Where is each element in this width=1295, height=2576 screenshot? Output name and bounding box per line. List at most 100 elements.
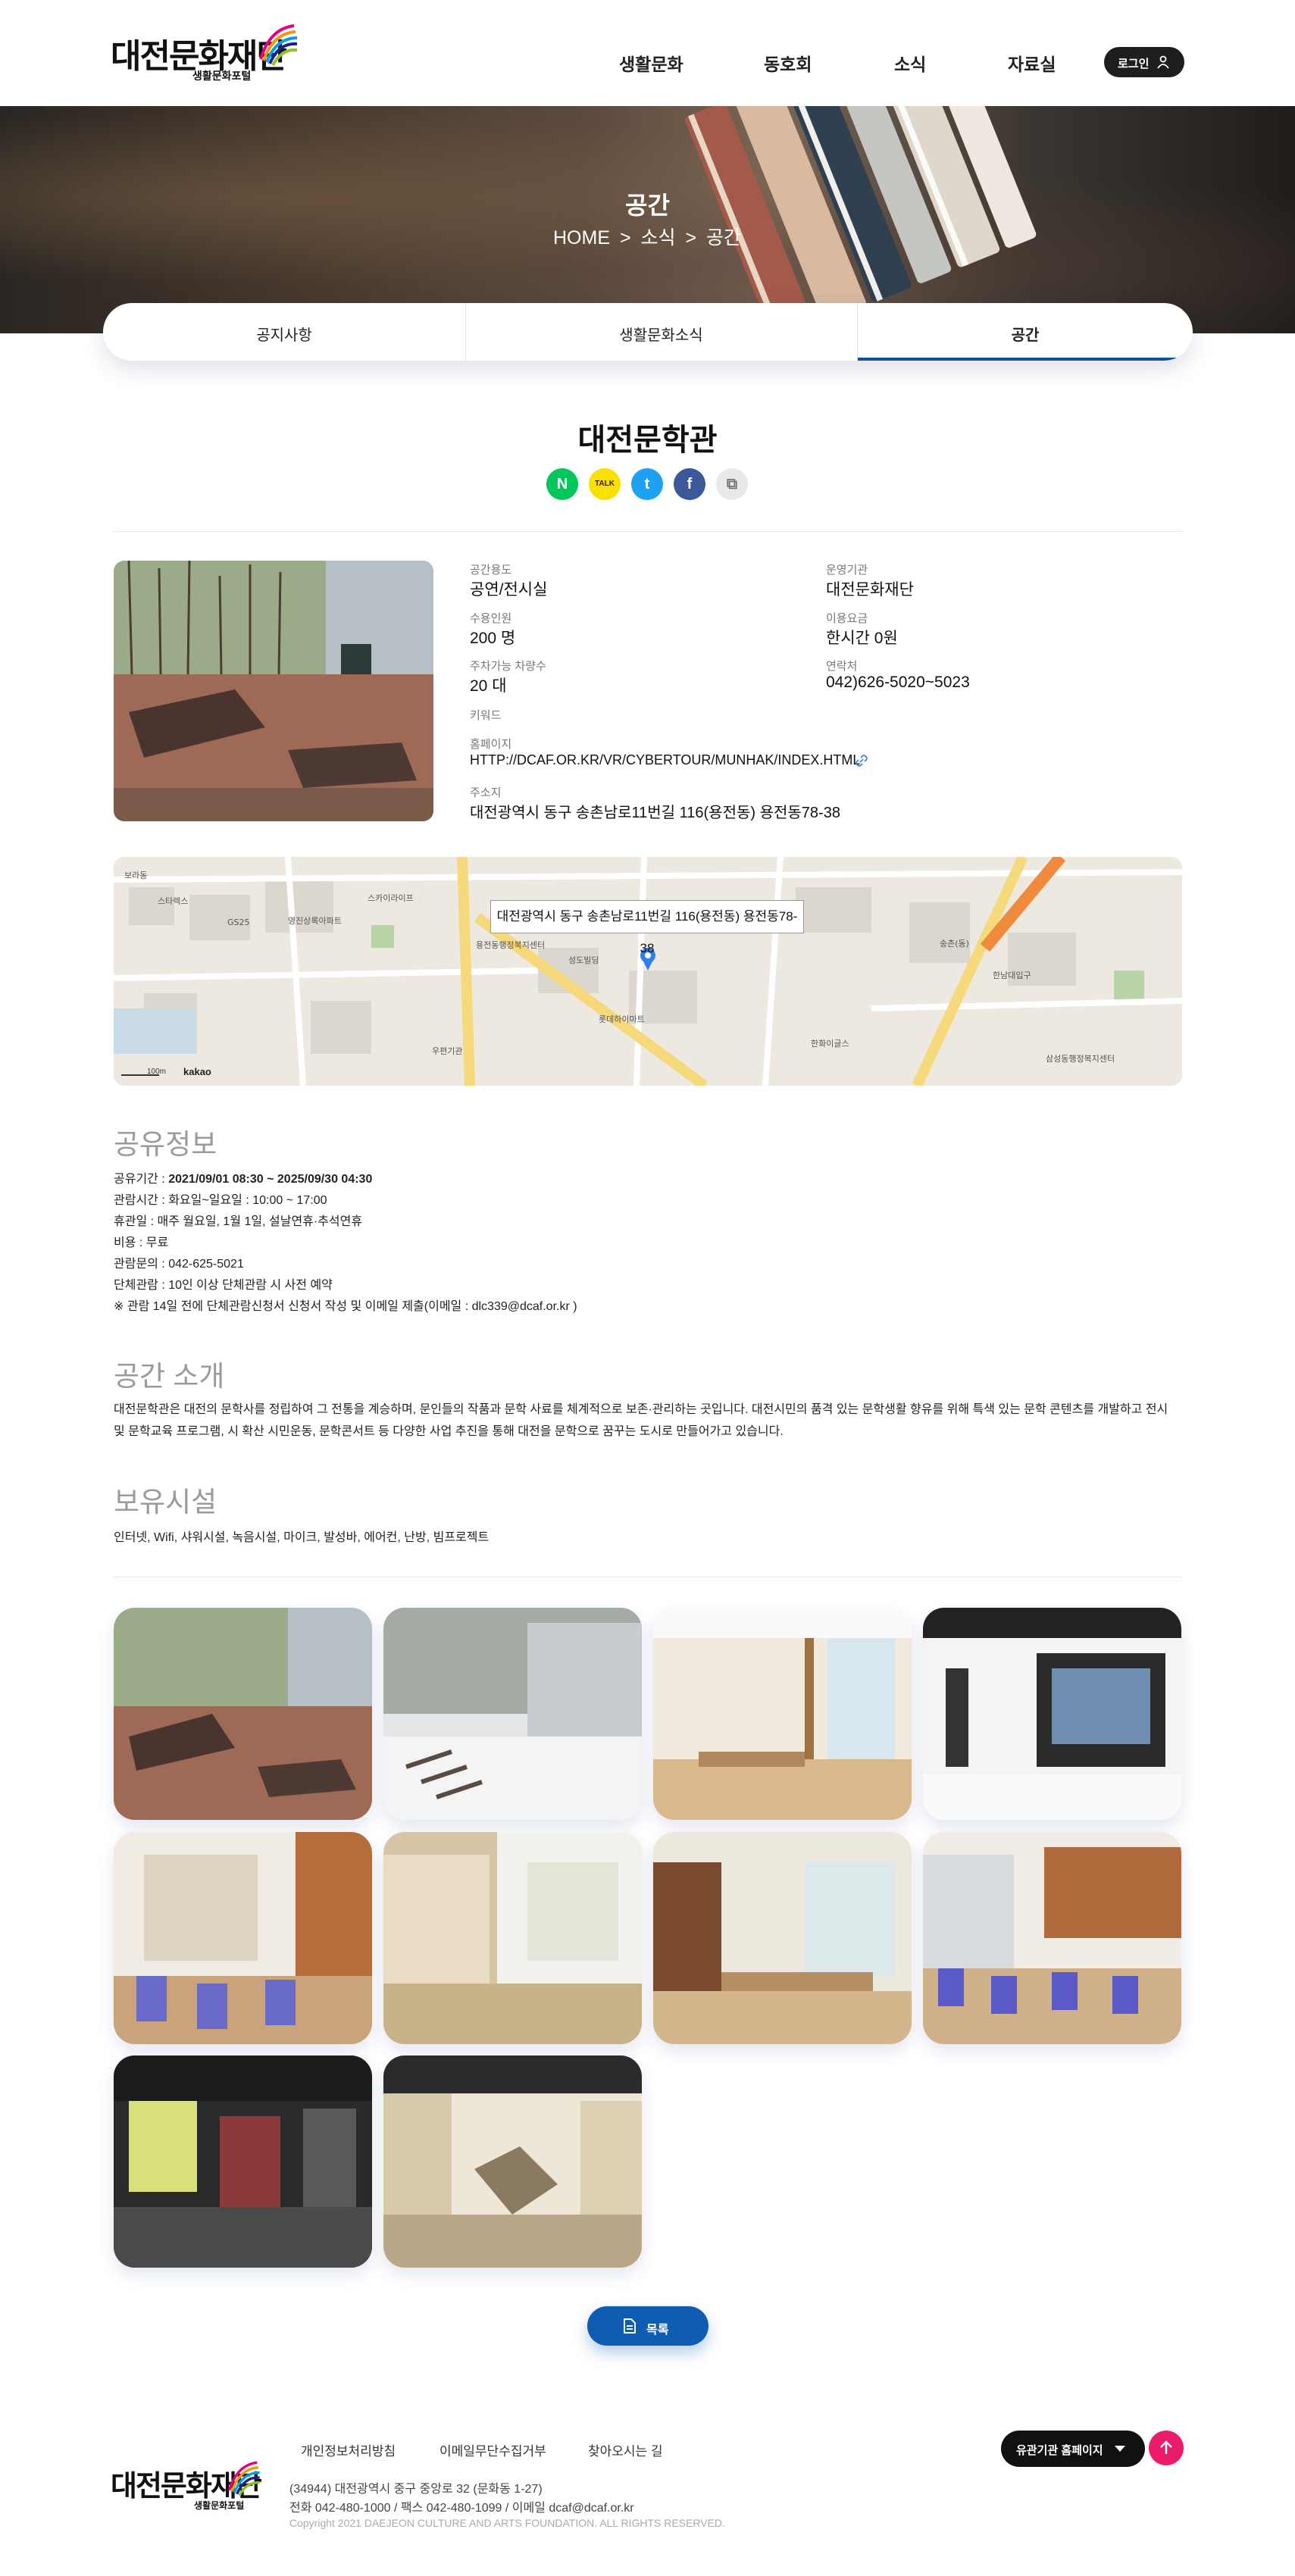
caret-down-icon bbox=[1115, 2446, 1125, 2452]
svg-text:성도빌딩: 성도빌딩 bbox=[568, 955, 599, 965]
gallery-photo[interactable] bbox=[653, 1608, 912, 1820]
keyword-label: 키워드 bbox=[470, 709, 502, 722]
gallery-photo[interactable] bbox=[923, 1832, 1181, 2044]
svg-text:롯데하이마트: 롯데하이마트 bbox=[599, 1014, 645, 1024]
capacity-value: 200 명 bbox=[470, 630, 516, 647]
contact-label: 연락처 bbox=[826, 660, 858, 673]
logo-emblem-icon bbox=[228, 2461, 260, 2496]
inquiry: 관람문의 : 042-625-5021 bbox=[114, 1258, 244, 1271]
share-info-heading: 공유정보 bbox=[114, 1129, 217, 1160]
intro-heading: 공간 소개 bbox=[114, 1361, 225, 1392]
svg-text:스타렉스: 스타렉스 bbox=[158, 896, 188, 906]
breadcrumb: HOME > 소식 > 공간 bbox=[553, 223, 746, 250]
kakaotalk-share-icon[interactable]: TALK bbox=[589, 468, 621, 500]
site-header: 대전문화재단 생활문화포털 생활문화 동호회 소식 자료실 로그인 bbox=[0, 0, 1295, 106]
svg-text:한화이글스: 한화이글스 bbox=[811, 1039, 849, 1049]
logo-subtitle: 생활문화포털 bbox=[192, 70, 252, 82]
fee-value: 한시간 0원 bbox=[826, 630, 898, 647]
breadcrumb-separator: > bbox=[685, 227, 697, 249]
gallery-photo[interactable] bbox=[653, 1832, 912, 2044]
facilities-heading: 보유시설 bbox=[114, 1487, 217, 1518]
purpose-value: 공연/전시실 bbox=[470, 581, 548, 599]
map-scale-label: 100m bbox=[147, 1068, 167, 1076]
gallery-photo[interactable] bbox=[383, 1832, 642, 2044]
login-label: 로그인 bbox=[1118, 58, 1150, 70]
breadcrumb-separator: > bbox=[619, 227, 631, 249]
user-icon bbox=[1157, 55, 1169, 69]
divider bbox=[114, 531, 1182, 532]
gallery-photo[interactable] bbox=[114, 2055, 372, 2268]
capacity-label: 수용인원 bbox=[470, 612, 512, 625]
nav-item-club[interactable]: 동호회 bbox=[764, 50, 812, 76]
scroll-to-top-button[interactable] bbox=[1149, 2431, 1184, 2465]
intro-text: 대전문학관은 대전의 문학사를 정립하여 그 전통을 계승하며, 문인들의 작품… bbox=[114, 1403, 1168, 1438]
related-sites-dropdown[interactable]: 유관기관 홈페이지 bbox=[1001, 2431, 1145, 2467]
share-period-label: 공유기간 : bbox=[114, 1173, 169, 1186]
facebook-share-icon[interactable]: f bbox=[674, 468, 705, 500]
footer-link-privacy[interactable]: 개인정보처리방침 bbox=[301, 2440, 396, 2459]
svg-text:삼성동행정복지센터: 삼성동행정복지센터 bbox=[1046, 1054, 1115, 1064]
breadcrumb-home[interactable]: HOME bbox=[553, 227, 610, 249]
homepage-label: 홈페이지 bbox=[470, 738, 512, 751]
svg-text:GS25: GS25 bbox=[227, 918, 250, 927]
footer-logo[interactable]: 대전문화재단 생활문화포털 bbox=[111, 2461, 262, 2511]
nav-item-archive[interactable]: 자료실 bbox=[1008, 50, 1056, 76]
external-link-icon[interactable] bbox=[856, 755, 868, 767]
svg-text:송촌(동): 송촌(동) bbox=[940, 939, 969, 949]
footer-link-directions[interactable]: 찾아오시는 길 bbox=[588, 2440, 663, 2459]
svg-text:영진상록아파트: 영진상록아파트 bbox=[288, 916, 342, 926]
breadcrumb-news[interactable]: 소식 bbox=[641, 227, 676, 249]
contact-value: 042)626-5020~5023 bbox=[826, 674, 970, 691]
svg-text:한남대입구: 한남대입구 bbox=[993, 971, 1031, 980]
hero-title: 공간 bbox=[625, 192, 670, 219]
group-notice: ※ 관람 14일 전에 단체관람신청서 신청서 작성 및 이메일 제출(이메일 … bbox=[114, 1300, 577, 1313]
related-sites-label: 유관기관 홈페이지 bbox=[1016, 2444, 1103, 2457]
site-footer: 대전문화재단 생활문화포털 bbox=[0, 2402, 1295, 2576]
tab-notice[interactable]: 공지사항 bbox=[103, 303, 465, 361]
copy-link-icon[interactable]: ⧉ bbox=[716, 468, 748, 500]
page-title: 대전문학관 bbox=[577, 424, 718, 457]
parking-label: 주차가능 차량수 bbox=[470, 660, 546, 673]
facilities-text: 인터넷, Wifi, 샤워시설, 녹음시설, 마이크, 발성바, 에어컨, 난방… bbox=[114, 1531, 490, 1544]
share-period: 공유기간 : 2021/09/01 08:30 ~ 2025/09/30 04:… bbox=[114, 1168, 372, 1186]
nav-item-life-culture[interactable]: 생활문화 bbox=[619, 50, 683, 76]
operator-value: 대전문화재단 bbox=[826, 581, 914, 599]
nav-item-news[interactable]: 소식 bbox=[894, 50, 926, 76]
site-logo[interactable]: 대전문화재단 생활문화포털 bbox=[111, 21, 308, 88]
logo-emblem-icon bbox=[259, 24, 298, 66]
naver-share-icon[interactable]: N bbox=[546, 468, 578, 500]
gallery-photo[interactable] bbox=[114, 1832, 372, 2044]
address-value: 대전광역시 동구 송촌남로11번길 116(용전동) 용전동78-38 bbox=[470, 805, 840, 821]
map-address-popup: 대전광역시 동구 송촌남로11번길 116(용전동) 용전동78-38 bbox=[490, 900, 804, 955]
address-label: 주소지 bbox=[470, 786, 502, 799]
footer-logo-subtitle: 생활문화포털 bbox=[194, 2500, 245, 2511]
footer-address: (34944) 대전광역시 중구 중앙로 32 (문화동 1-27) bbox=[289, 2483, 543, 2496]
gallery-photo[interactable] bbox=[114, 1608, 372, 1820]
svg-text:보라동: 보라동 bbox=[124, 871, 147, 880]
hero-banner: 공간 HOME > 소식 > 공간 bbox=[0, 106, 1295, 333]
share-period-value: 2021/09/01 08:30 ~ 2025/09/30 04:30 bbox=[168, 1173, 373, 1186]
svg-text:스카이라이프: 스카이라이프 bbox=[368, 893, 414, 903]
tab-space[interactable]: 공간 bbox=[858, 303, 1193, 361]
fee-label: 이용요금 bbox=[826, 612, 868, 625]
list-button[interactable]: 목록 bbox=[587, 2306, 708, 2346]
list-button-label: 목록 bbox=[646, 2324, 669, 2337]
cost: 비용 : 무료 bbox=[114, 1236, 169, 1249]
footer-link-email-policy[interactable]: 이메일무단수집거부 bbox=[439, 2440, 546, 2459]
twitter-share-icon[interactable]: t bbox=[631, 468, 663, 500]
gallery-photo[interactable] bbox=[923, 1608, 1181, 1820]
closed-days: 휴관일 : 매주 월요일, 1월 1일, 설날연휴·추석연휴 bbox=[114, 1215, 363, 1228]
svg-text:우편기관: 우편기관 bbox=[432, 1046, 462, 1056]
parking-value: 20 대 bbox=[470, 677, 507, 695]
arrow-up-icon bbox=[1160, 2440, 1172, 2454]
purpose-label: 공간용도 bbox=[470, 564, 512, 577]
svg-text:용전동행정복지센터: 용전동행정복지센터 bbox=[476, 940, 545, 950]
gallery-photo[interactable] bbox=[383, 2055, 642, 2268]
location-map[interactable]: 보라동 스타렉스 GS25 영진상록아파트 스카이라이프 용전동행정복지센터 성도빌딩 … bbox=[114, 857, 1182, 1086]
main-photo bbox=[114, 561, 433, 821]
homepage-link[interactable]: HTTP://DCAF.OR.KR/VR/CYBERTOUR/MUNHAK/IN… bbox=[470, 752, 860, 768]
gallery-photo[interactable] bbox=[383, 1608, 642, 1820]
tab-life-culture-news[interactable]: 생활문화소식 bbox=[465, 303, 857, 361]
sub-tabs: 공지사항 생활문화소식 공간 bbox=[103, 303, 1193, 361]
login-button[interactable]: 로그인 bbox=[1104, 47, 1184, 77]
